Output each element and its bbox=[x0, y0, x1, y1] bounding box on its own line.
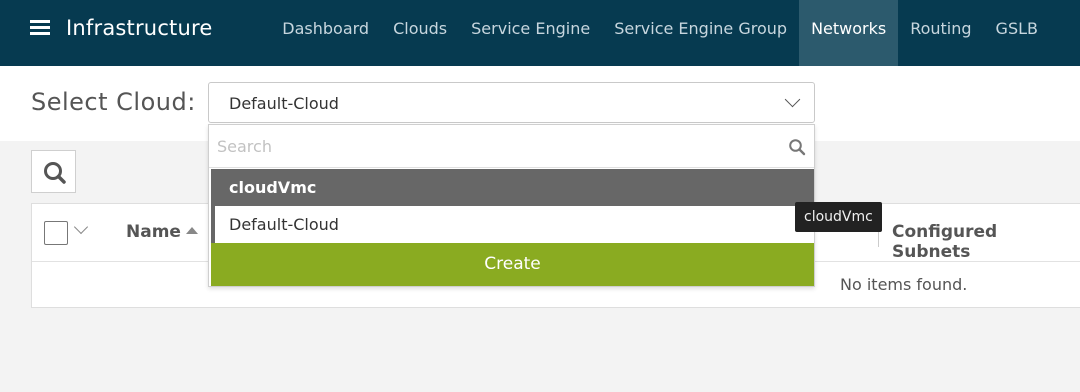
cloud-select-dropdown[interactable]: Default-Cloud bbox=[208, 82, 815, 123]
sort-ascending-icon[interactable] bbox=[186, 227, 198, 234]
cloud-select-value: Default-Cloud bbox=[229, 94, 339, 113]
column-header-name[interactable]: Name bbox=[126, 222, 181, 242]
search-icon bbox=[789, 139, 806, 156]
tab-gslb[interactable]: GSLB bbox=[984, 0, 1080, 66]
empty-table-message: No items found. bbox=[840, 275, 968, 294]
tab-service-engine[interactable]: Service Engine bbox=[459, 0, 602, 66]
cloud-dropdown-menu: cloudVmc Default-Cloud Create bbox=[208, 124, 815, 287]
chevron-down-icon[interactable] bbox=[73, 219, 89, 235]
tab-dashboard[interactable]: Dashboard bbox=[270, 0, 381, 66]
tab-routing[interactable]: Routing bbox=[898, 0, 983, 66]
table-search-button[interactable] bbox=[31, 150, 76, 193]
top-navigation-bar: Infrastructure Dashboard Clouds Service … bbox=[0, 0, 1080, 66]
dropdown-search-input[interactable] bbox=[209, 125, 814, 168]
search-icon bbox=[44, 162, 66, 184]
tab-networks[interactable]: Networks bbox=[799, 0, 899, 66]
select-cloud-label: Select Cloud: bbox=[31, 88, 196, 116]
app-title: Infrastructure bbox=[66, 16, 213, 40]
chevron-down-icon bbox=[784, 91, 801, 108]
tooltip: cloudVmc bbox=[795, 202, 882, 232]
tab-service-engine-group[interactable]: Service Engine Group bbox=[602, 0, 799, 66]
main-nav: Dashboard Clouds Service Engine Service … bbox=[270, 0, 1080, 66]
hamburger-menu-icon[interactable] bbox=[30, 20, 50, 36]
tab-clouds[interactable]: Clouds bbox=[381, 0, 459, 66]
dropdown-option-default-cloud[interactable]: Default-Cloud bbox=[211, 206, 814, 243]
create-cloud-button[interactable]: Create bbox=[211, 243, 814, 286]
dropdown-option-cloudvmc[interactable]: cloudVmc bbox=[211, 169, 814, 206]
column-header-configured-subnets[interactable]: Configured Subnets bbox=[892, 222, 1080, 262]
select-all-checkbox[interactable] bbox=[44, 221, 68, 245]
